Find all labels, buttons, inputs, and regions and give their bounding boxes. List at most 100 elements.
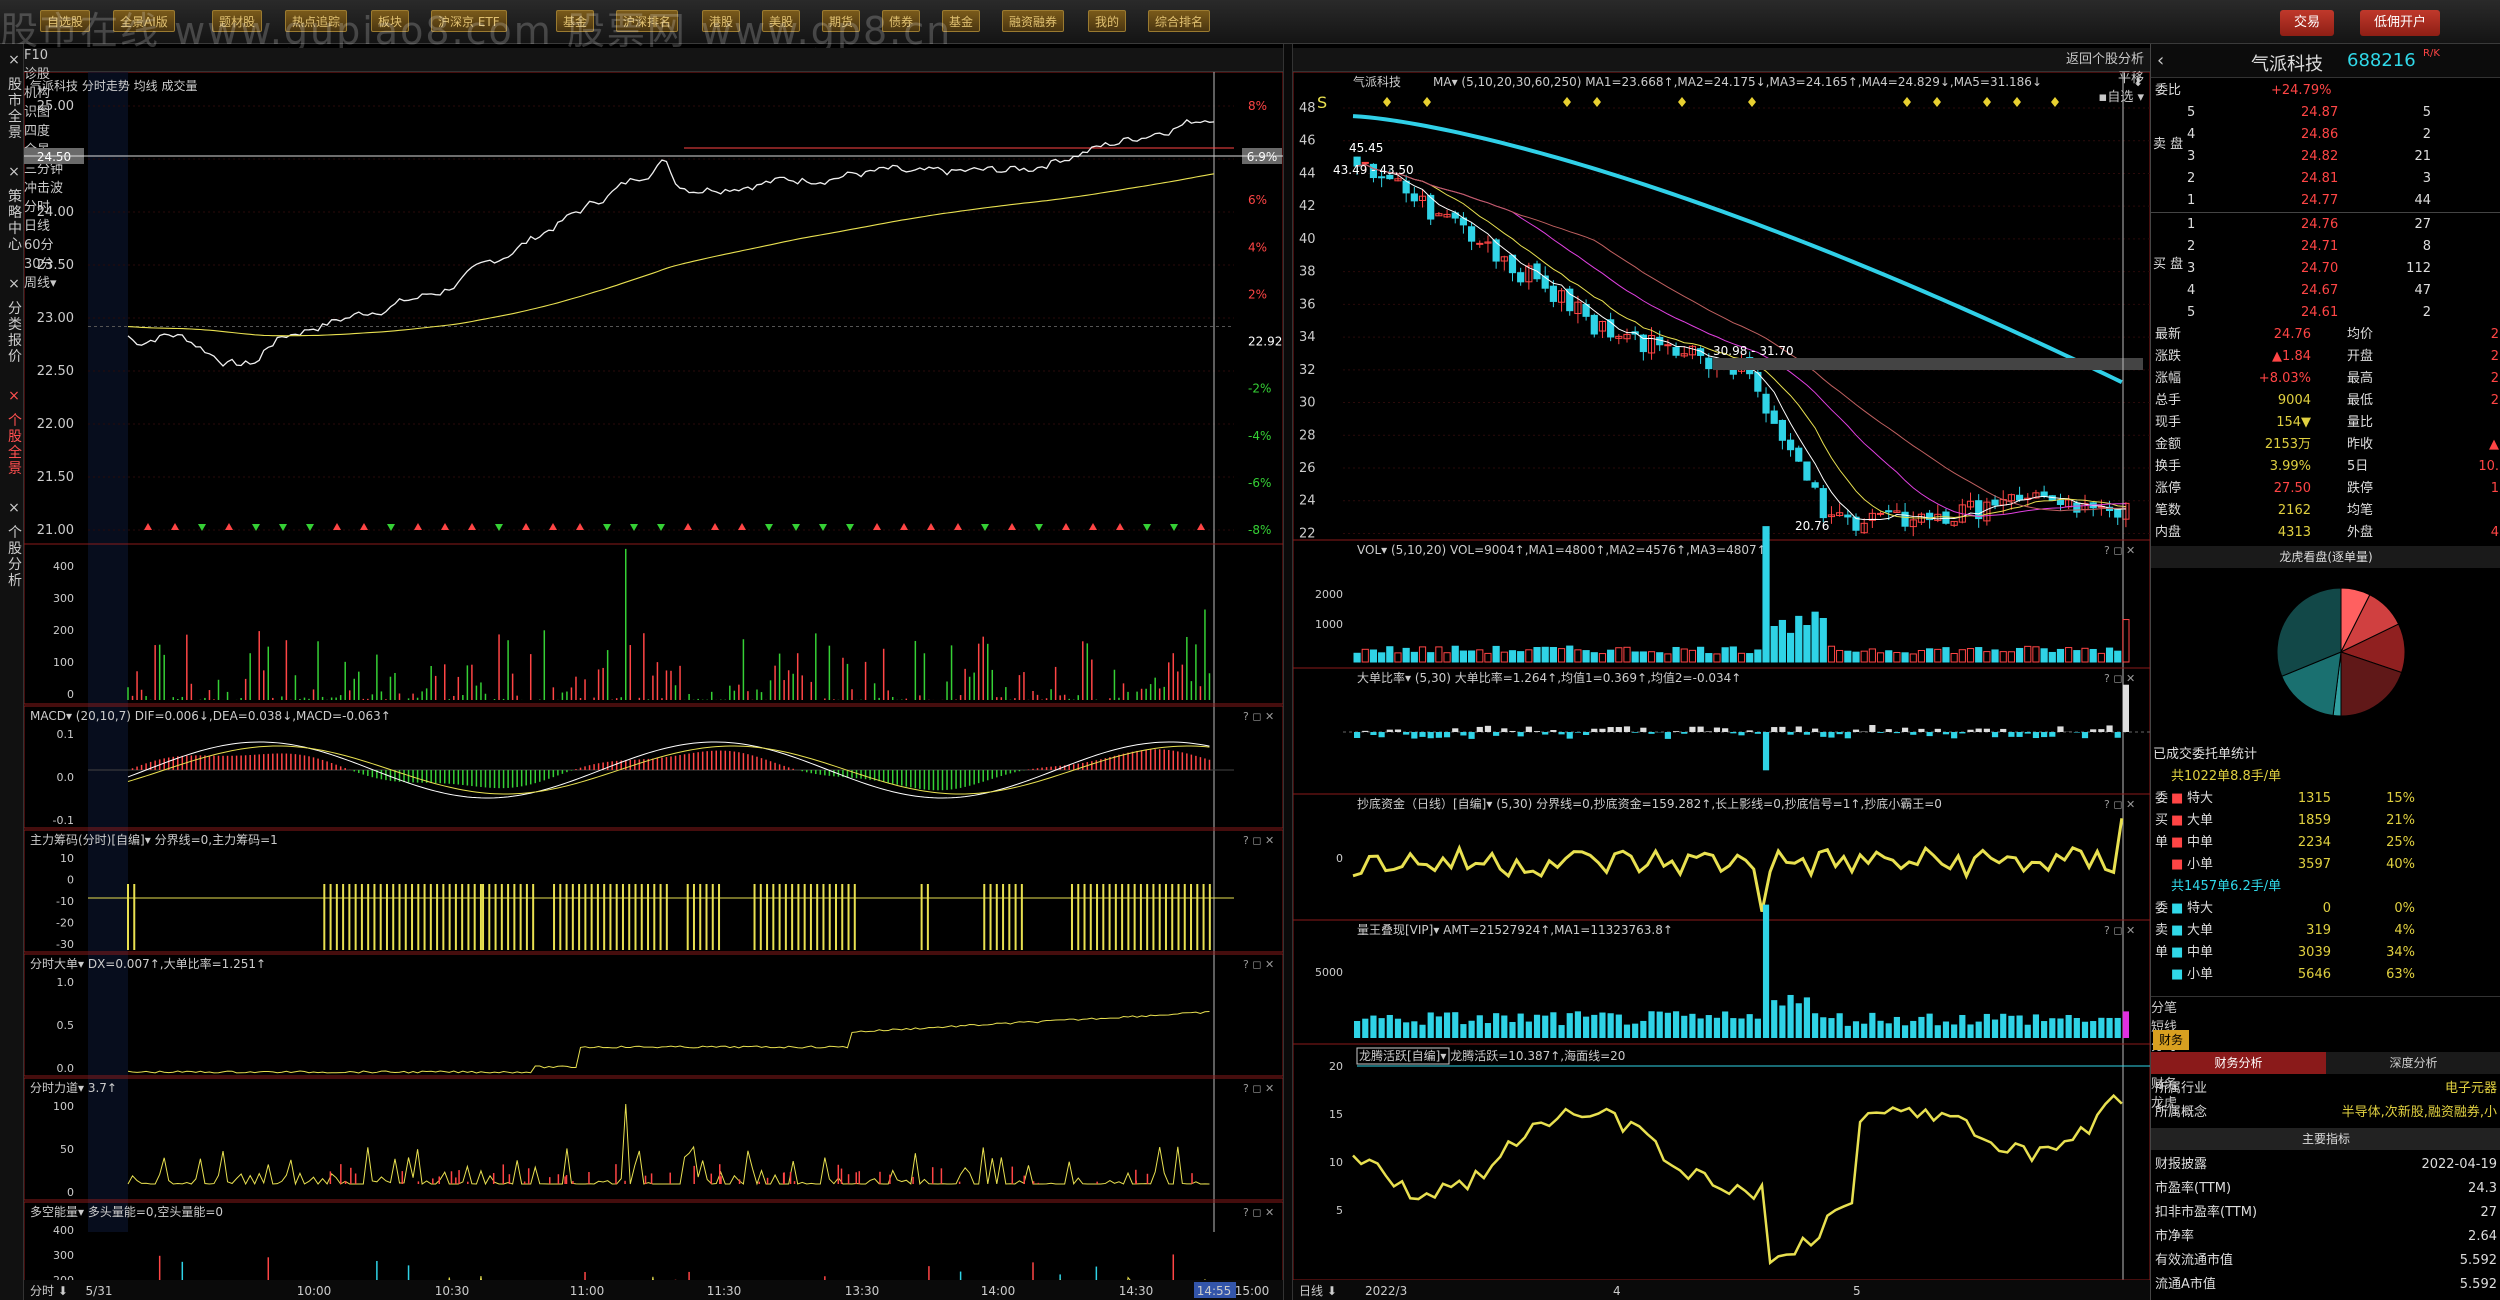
order-pct: 15% (2386, 791, 2415, 806)
panel-controls: ? ◻ ✕ (2104, 924, 2135, 937)
range2-annotation: 30.98 - 31.70 (1713, 344, 1794, 358)
date-label: 5 (1853, 1284, 1861, 1298)
ratio-bar (1640, 727, 1647, 732)
app-window: { "watermark":"股市在线 www.gupiao8.com 股票网 … (0, 0, 2500, 1300)
order-pct: 63% (2386, 967, 2415, 982)
vk-bar (2032, 1014, 2040, 1038)
kline-price-tick: 36 (1299, 297, 1316, 312)
vk-bar (1370, 1015, 1377, 1038)
lhhy-tick: 15 (1329, 1108, 1343, 1121)
candle-body (1795, 447, 1803, 462)
fin-subtab-2[interactable]: 深度分析 (2326, 1052, 2500, 1074)
signal-marker (279, 524, 287, 531)
candle-body (1876, 512, 1885, 515)
vk-bar (1362, 1018, 1369, 1038)
price-panel (24, 72, 1283, 545)
cell: ■ (2171, 901, 2184, 916)
bid-volume: 27 (2414, 217, 2431, 232)
range-band (1713, 358, 2143, 370)
kvol-bar (1778, 619, 1786, 663)
daily-toolbar: 返回个股分析 平移 ▪自选 ▾ (1293, 48, 2150, 105)
margin-flag: R/K (2423, 48, 2440, 59)
toolbar-item[interactable]: 返回个股分析 (1293, 48, 2144, 67)
vk-bar (1975, 1021, 1982, 1038)
ratio-bar (1771, 727, 1778, 732)
vk-bar (1394, 1018, 1402, 1038)
candle-body (1549, 285, 1557, 302)
fin-subtab-1[interactable]: 财务分析 (2151, 1052, 2326, 1074)
ratio-bar (1394, 729, 1402, 732)
ratio-bar (1370, 732, 1377, 736)
open-account-button[interactable]: 低佣开户 (2360, 10, 2441, 36)
topbar-button[interactable]: 综合排名 (1148, 10, 1211, 32)
candle-body (1844, 514, 1852, 518)
signal-marker (711, 523, 719, 530)
price-tick: 24.00 (37, 205, 74, 220)
panel-controls: ? ◻ ✕ (1243, 1082, 1274, 1095)
toolbar-item[interactable]: F10 (24, 48, 1283, 63)
kvol-bar (1582, 650, 1590, 663)
left-strip-item[interactable]: × 个股全景 (0, 388, 24, 476)
kvol-bar (1533, 647, 1541, 663)
cell: 小单 (2187, 857, 2214, 872)
tab-item[interactable]: 短线 (2151, 1016, 2500, 1035)
signal-marker (549, 523, 557, 530)
fin-tab[interactable]: 财务 (2153, 1030, 2190, 1050)
vk-bar (1501, 1015, 1508, 1038)
download-icon: ⬇ (2133, 75, 2143, 89)
cell: ■ (2171, 923, 2184, 938)
vol-tick: 400 (53, 560, 74, 573)
ma-header: MA▾ (5,10,20,30,60,250) MA1=23.668↑,MA2=… (1433, 75, 2042, 89)
panel-controls: ? ◻ ✕ (1243, 1206, 1274, 1219)
axis-tick: 0 (67, 874, 74, 887)
left-strip-item[interactable]: × 分类报价 (0, 276, 24, 364)
kvol-bar (1476, 649, 1484, 663)
ratio-bar (1991, 732, 1999, 738)
ratio-bar (2073, 732, 2080, 733)
stat-value: 2162 (2277, 503, 2311, 518)
kvol-bar (2089, 648, 2097, 663)
big-order-panel (24, 953, 1283, 1077)
ratio-bar (1877, 732, 1884, 733)
cell: 5 (2187, 305, 2196, 320)
ask-row: 1 24.77 44 (2151, 190, 2500, 212)
tab-item[interactable]: 分笔 (2151, 997, 2500, 1016)
left-strip-item[interactable]: × 个股分析 (0, 500, 24, 588)
bottom-tabs: 分笔短线分时资金财务龙虎 (2151, 996, 2500, 1111)
vk-bar (1476, 1015, 1483, 1038)
ratio-bar (1754, 732, 1761, 734)
panel-controls: ? ◻ ✕ (1243, 958, 1274, 971)
kvol-bar (1786, 632, 1795, 663)
pct-tick: 6% (1248, 193, 1267, 207)
ratio-bar (2122, 684, 2129, 732)
trade-button[interactable]: 交易 (2280, 10, 2335, 36)
cell: 卖 (2155, 923, 2169, 938)
signal-marker (1035, 524, 1043, 531)
candle-body (2114, 508, 2122, 518)
macd-panel-header: MACD▾ (20,10,7) DIF=0.006↓,DEA=0.038↓,MA… (30, 709, 391, 723)
cell: 昨收 (2347, 437, 2374, 452)
buy-order-row: 委 ■ 特大 1315 15% (2151, 788, 2500, 810)
cell: 单 (2155, 835, 2169, 850)
kvol-bar (1803, 625, 1811, 663)
intraday-chart[interactable]: 气派科技 分时走势 均线 成交量 25.00 24.50 24.00 23.50 23.0… (24, 72, 1283, 1300)
axis-tick: 0.0 (57, 1062, 75, 1075)
panel-separator[interactable] (1283, 44, 1293, 1300)
kvol-bar (1827, 645, 1836, 663)
vk-bar (1493, 1013, 1500, 1038)
kvol-bar (1607, 649, 1615, 663)
topbar-button[interactable]: 融资融券 (1002, 10, 1065, 32)
key-metrics-title: 主要指标 (2151, 1128, 2500, 1150)
order-pct: 21% (2386, 813, 2415, 828)
left-strip-item[interactable]: × 股市全景 (0, 52, 24, 140)
left-strip-item[interactable]: × 策略中心 (0, 164, 24, 252)
back-arrow-icon[interactable]: ‹ (2157, 50, 2164, 71)
daily-kline-chart[interactable]: 气派科技 MA▾ (5,10,20,30,60,250) MA1=23.668↑,… (1293, 72, 2150, 1300)
ratio-bar (1468, 732, 1475, 739)
axis-tick: 0.5 (57, 1019, 75, 1032)
topbar-button[interactable]: 我的 (1088, 10, 1127, 32)
ratio-bar (1632, 732, 1639, 733)
stat-row: 现手 154▼ 量比 (2151, 412, 2500, 434)
ratio-bar (1354, 732, 1361, 738)
cell: 卖 盘 (2153, 137, 2184, 152)
